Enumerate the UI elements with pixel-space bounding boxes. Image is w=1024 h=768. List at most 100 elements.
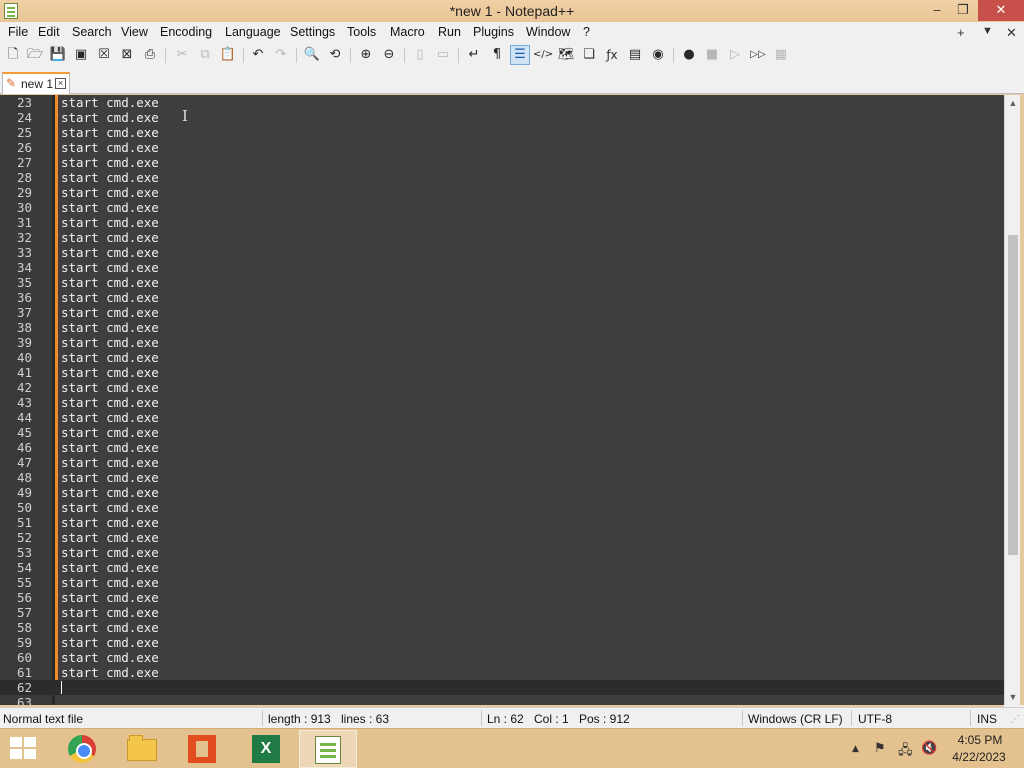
- editor-line[interactable]: 59 start cmd.exe: [0, 635, 1004, 650]
- zoom-out-icon[interactable]: ⊖: [379, 45, 399, 65]
- new-file-icon[interactable]: 🗋: [3, 45, 23, 65]
- zoom-in-icon[interactable]: ⊕: [356, 45, 376, 65]
- document-map-icon[interactable]: 🗺: [556, 45, 576, 65]
- editor-line[interactable]: 33 start cmd.exe: [0, 245, 1004, 260]
- menu-macro[interactable]: Macro: [390, 25, 425, 39]
- resize-grip-icon[interactable]: ⋰: [1010, 714, 1020, 725]
- sync-horizontal-icon[interactable]: ▭: [433, 45, 453, 65]
- close-all-icon[interactable]: ⊠: [117, 45, 137, 65]
- tab-list-dropdown-icon[interactable]: ▼: [982, 25, 993, 37]
- editor-line[interactable]: 45 start cmd.exe: [0, 425, 1004, 440]
- network-icon[interactable]: 🖧: [898, 741, 913, 763]
- start-button-windows-icon[interactable]: [10, 737, 38, 761]
- find-icon[interactable]: 🔍: [302, 45, 322, 65]
- menu-run[interactable]: Run: [438, 25, 461, 39]
- editor-line[interactable]: 23 start cmd.exe: [0, 95, 1004, 110]
- editor-line[interactable]: 24 start cmd.exe: [0, 110, 1004, 125]
- show-hidden-icons-icon[interactable]: ▲: [852, 744, 859, 754]
- tab-new-1[interactable]: ✎ new 1 ×: [2, 72, 70, 94]
- status-insert-mode[interactable]: INS: [977, 712, 997, 726]
- editor-line[interactable]: 47 start cmd.exe: [0, 455, 1004, 470]
- editor-line[interactable]: 50 start cmd.exe: [0, 500, 1004, 515]
- editor-area[interactable]: 23 start cmd.exe 24 start cmd.exe 25 start cm…: [0, 95, 1004, 705]
- menu-file[interactable]: File: [8, 25, 28, 39]
- editor-line[interactable]: 46 start cmd.exe: [0, 440, 1004, 455]
- editor-line[interactable]: 39 start cmd.exe: [0, 335, 1004, 350]
- menu-language[interactable]: Language: [225, 25, 281, 39]
- show-all-characters-icon[interactable]: ¶: [487, 45, 507, 65]
- editor-line[interactable]: 51 start cmd.exe: [0, 515, 1004, 530]
- menu-encoding[interactable]: Encoding: [160, 25, 212, 39]
- open-file-icon[interactable]: 🗁: [25, 45, 45, 65]
- editor-line[interactable]: 61 start cmd.exe: [0, 665, 1004, 680]
- editor-line[interactable]: 52 start cmd.exe: [0, 530, 1004, 545]
- menu-plugins[interactable]: Plugins: [473, 25, 514, 39]
- status-eol-format[interactable]: Windows (CR LF): [748, 712, 843, 726]
- print-icon[interactable]: ⎙: [140, 45, 160, 65]
- xml-tag-icon[interactable]: </>: [533, 45, 553, 65]
- editor-line[interactable]: 40 start cmd.exe: [0, 350, 1004, 365]
- volume-muted-icon[interactable]: 🔇: [921, 741, 937, 756]
- run-macro-multiple-icon[interactable]: ▷▷: [748, 45, 768, 65]
- editor-line[interactable]: 43 start cmd.exe: [0, 395, 1004, 410]
- editor-line[interactable]: 28 start cmd.exe: [0, 170, 1004, 185]
- menu-edit[interactable]: Edit: [38, 25, 60, 39]
- restore-button[interactable]: ❐: [950, 0, 976, 21]
- editor-line[interactable]: 32 start cmd.exe: [0, 230, 1004, 245]
- save-all-icon[interactable]: ▣: [71, 45, 91, 65]
- editor-line[interactable]: 44 start cmd.exe: [0, 410, 1004, 425]
- folder-as-workspace-icon[interactable]: ▤: [625, 45, 645, 65]
- editor-line[interactable]: 34 start cmd.exe: [0, 260, 1004, 275]
- redo-icon[interactable]: ↷: [271, 45, 291, 65]
- indent-guide-icon[interactable]: ☰: [510, 45, 530, 65]
- vertical-scrollbar[interactable]: ▲ ▼: [1004, 95, 1020, 705]
- editor-line[interactable]: 31 start cmd.exe: [0, 215, 1004, 230]
- scroll-up-arrow-icon[interactable]: ▲: [1005, 95, 1021, 111]
- editor-line[interactable]: 57 start cmd.exe: [0, 605, 1004, 620]
- editor-line[interactable]: 35 start cmd.exe: [0, 275, 1004, 290]
- new-tab-plus-icon[interactable]: +: [957, 25, 965, 40]
- close-document-icon[interactable]: ✕: [1006, 25, 1017, 41]
- editor-line[interactable]: 56 start cmd.exe: [0, 590, 1004, 605]
- paste-icon[interactable]: 📋: [218, 45, 238, 65]
- editor-line[interactable]: 55 start cmd.exe: [0, 575, 1004, 590]
- stop-macro-icon[interactable]: ■: [702, 45, 722, 65]
- editor-line[interactable]: 49 start cmd.exe: [0, 485, 1004, 500]
- copy-icon[interactable]: ⧉: [195, 45, 215, 65]
- editor-line[interactable]: 36 start cmd.exe: [0, 290, 1004, 305]
- menu-help[interactable]: ?: [583, 25, 590, 39]
- editor-line[interactable]: 25 start cmd.exe: [0, 125, 1004, 140]
- undo-icon[interactable]: ↶: [248, 45, 268, 65]
- clock-date[interactable]: 4/22/2023: [946, 750, 1012, 764]
- editor-line[interactable]: 62: [0, 680, 1004, 695]
- menu-tools[interactable]: Tools: [347, 25, 376, 39]
- editor-line[interactable]: 63: [0, 695, 1004, 705]
- taskbar-chrome[interactable]: [52, 730, 110, 768]
- replace-icon[interactable]: ⟲: [325, 45, 345, 65]
- save-macro-icon[interactable]: ▦: [771, 45, 791, 65]
- menu-search[interactable]: Search: [72, 25, 112, 39]
- menu-settings[interactable]: Settings: [290, 25, 335, 39]
- document-list-icon[interactable]: ❏: [579, 45, 599, 65]
- cut-icon[interactable]: ✂: [172, 45, 192, 65]
- status-encoding[interactable]: UTF-8: [858, 712, 892, 726]
- editor-line[interactable]: 26 start cmd.exe: [0, 140, 1004, 155]
- editor-line[interactable]: 60 start cmd.exe: [0, 650, 1004, 665]
- play-macro-icon[interactable]: ▷: [725, 45, 745, 65]
- editor-line[interactable]: 27 start cmd.exe: [0, 155, 1004, 170]
- scrollbar-thumb[interactable]: [1008, 235, 1018, 555]
- taskbar-excel[interactable]: X: [238, 730, 296, 768]
- taskbar-notepad-plus-plus[interactable]: [299, 730, 357, 768]
- close-window-button[interactable]: ✕: [978, 0, 1024, 21]
- editor-line[interactable]: 41 start cmd.exe: [0, 365, 1004, 380]
- editor-line[interactable]: 54 start cmd.exe: [0, 560, 1004, 575]
- scroll-down-arrow-icon[interactable]: ▼: [1005, 689, 1021, 705]
- taskbar-file-explorer[interactable]: [114, 730, 172, 768]
- minimize-button[interactable]: –: [924, 0, 950, 21]
- close-icon[interactable]: ☒: [94, 45, 114, 65]
- editor-line[interactable]: 29 start cmd.exe: [0, 185, 1004, 200]
- action-center-flag-icon[interactable]: ⚑: [874, 741, 886, 756]
- record-macro-icon[interactable]: ●: [679, 45, 699, 65]
- editor-line[interactable]: 58 start cmd.exe: [0, 620, 1004, 635]
- function-list-icon[interactable]: ƒx: [602, 45, 622, 65]
